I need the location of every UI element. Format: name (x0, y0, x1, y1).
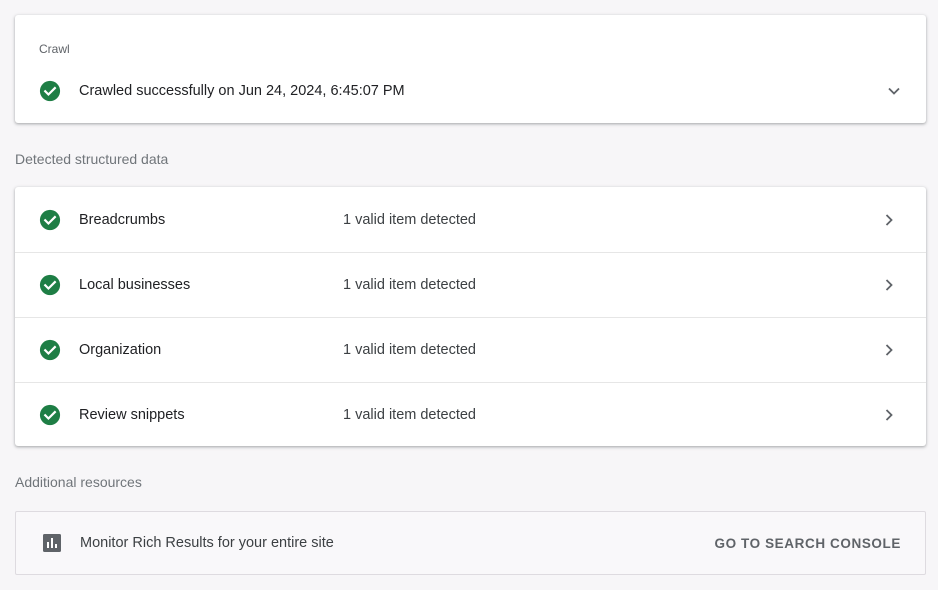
structured-data-heading: Detected structured data (15, 151, 169, 167)
bar-chart-icon (43, 534, 61, 552)
item-name: Review snippets (79, 407, 185, 423)
item-status: 1 valid item detected (343, 407, 476, 423)
list-item-local-businesses[interactable]: Local businesses 1 valid item detected (15, 252, 926, 317)
list-item-organization[interactable]: Organization 1 valid item detected (15, 317, 926, 382)
go-to-search-console-button[interactable]: GO TO SEARCH CONSOLE (714, 530, 901, 557)
rich-results-page: Crawl Crawled successfully on Jun 24, 20… (0, 0, 938, 590)
item-status: 1 valid item detected (343, 211, 476, 228)
item-name: Organization (79, 342, 162, 358)
chevron-right-icon (885, 409, 893, 421)
crawl-status-row[interactable]: Crawled successfully on Jun 24, 2024, 6:… (39, 79, 902, 103)
chevron-right-icon (885, 213, 893, 226)
crawl-card: Crawl Crawled successfully on Jun 24, 20… (15, 15, 926, 123)
check-circle-icon (39, 339, 61, 361)
crawl-status-text: Crawled successfully on Jun 24, 2024, 6:… (79, 83, 405, 99)
item-name: Local businesses (79, 277, 191, 293)
list-item-breadcrumbs[interactable]: Breadcrumbs 1 valid item detected (15, 187, 926, 252)
check-circle-icon (39, 274, 61, 296)
crawl-label: Crawl (39, 42, 70, 56)
additional-resources-heading: Additional resources (15, 474, 142, 490)
item-name: Breadcrumbs (79, 211, 166, 228)
resources-text: Monitor Rich Results for your entire sit… (80, 535, 334, 551)
resources-card: Monitor Rich Results for your entire sit… (15, 511, 926, 575)
chevron-down-icon[interactable] (882, 79, 906, 103)
structured-data-list: Breadcrumbs 1 valid item detected Local … (15, 187, 926, 446)
check-circle-icon (39, 209, 61, 230)
check-circle-icon (39, 80, 61, 102)
item-status: 1 valid item detected (343, 277, 476, 293)
check-circle-icon (39, 404, 61, 426)
chevron-right-icon (885, 279, 893, 291)
chevron-right-icon (885, 344, 893, 356)
item-status: 1 valid item detected (343, 342, 476, 358)
list-item-review-snippets[interactable]: Review snippets 1 valid item detected (15, 382, 926, 447)
